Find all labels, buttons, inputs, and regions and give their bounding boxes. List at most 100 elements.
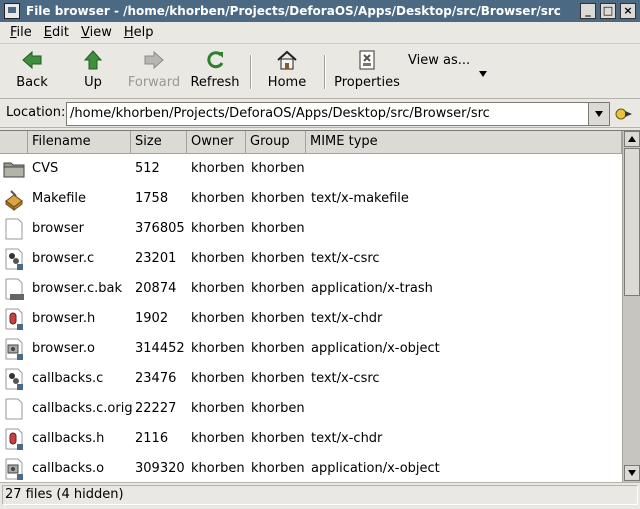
view-as-dropdown-icon[interactable] (478, 67, 488, 82)
go-button[interactable] (614, 105, 634, 123)
file-row[interactable]: browser.c 23201 khorben khorben text/x-csrc (0, 244, 622, 274)
column-header-filename[interactable]: Filename (28, 131, 131, 154)
file-row[interactable]: browser.o 314452 khorben khorben application… (0, 334, 622, 364)
close-button[interactable]: × (620, 3, 636, 19)
file-owner: khorben (191, 221, 245, 236)
view-as-button[interactable]: View as... (408, 53, 470, 68)
file-row[interactable]: CVS 512 khorben khorben (0, 154, 622, 184)
file-row[interactable]: callbacks.o 309320 khorben khorben applicati… (0, 454, 622, 484)
file-name: Makefile (32, 191, 87, 206)
file-row[interactable]: browser 376805 khorben khorben (0, 214, 622, 244)
properties-icon (356, 49, 378, 71)
file-size: 20874 (135, 281, 177, 296)
file-row[interactable]: callbacks.c.orig 22227 khorben khorben (0, 394, 622, 424)
location-dropdown-button[interactable] (588, 102, 610, 126)
menubar: File Edit View Help (0, 22, 640, 44)
menu-file[interactable]: File (4, 25, 38, 40)
c-source-icon (2, 247, 26, 271)
home-icon (276, 49, 298, 71)
go-icon (615, 108, 632, 120)
file-owner: khorben (191, 431, 245, 446)
file-name: callbacks.c.orig (32, 401, 133, 416)
file-size: 1758 (135, 191, 169, 206)
location-input[interactable]: /home/khorben/Projects/DeforaOS/Apps/Des… (66, 102, 588, 126)
file-group: khorben (251, 341, 305, 356)
file-rows: CVS 512 khorben khorben Makefile 1758 khorben k… (0, 154, 622, 484)
window-app-icon[interactable] (4, 3, 20, 19)
backup-file-icon (2, 277, 26, 301)
chevron-down-icon (594, 107, 604, 122)
file-group: khorben (251, 221, 305, 236)
vertical-scrollbar[interactable] (622, 131, 640, 483)
maximize-button[interactable]: □ (600, 3, 616, 19)
arrow-up-small-icon (628, 136, 636, 142)
file-size: 376805 (135, 221, 185, 236)
scroll-up-button[interactable] (624, 131, 640, 147)
file-row[interactable]: Makefile 1758 khorben khorben text/x-makefil… (0, 184, 622, 214)
object-file-icon (2, 337, 26, 361)
scrollbar-thumb[interactable] (624, 148, 640, 296)
file-mime-type: text/x-csrc (311, 251, 380, 266)
file-group: khorben (251, 401, 305, 416)
toolbar-separator (250, 55, 252, 89)
up-button[interactable]: Up (76, 49, 110, 95)
column-header-owner[interactable]: Owner (187, 131, 246, 154)
properties-button[interactable]: Properties (334, 49, 400, 95)
file-mime-type: application/x-trash (311, 281, 433, 296)
c-header-icon (2, 427, 26, 451)
file-name: CVS (32, 161, 59, 176)
arrow-left-icon (21, 49, 43, 71)
file-owner: khorben (191, 341, 245, 356)
file-owner: khorben (191, 251, 245, 266)
folder-icon (2, 157, 26, 181)
file-row[interactable]: callbacks.c 23476 khorben khorben text/x-csr… (0, 364, 622, 394)
column-header-size[interactable]: Size (131, 131, 187, 154)
column-header-icon[interactable] (0, 131, 28, 154)
file-group: khorben (251, 461, 305, 476)
column-header-group[interactable]: Group (246, 131, 306, 154)
arrow-down-small-icon (628, 470, 636, 476)
file-size: 1902 (135, 311, 169, 326)
file-size: 309320 (135, 461, 185, 476)
menu-view[interactable]: View (75, 25, 118, 40)
forward-button[interactable]: Forward (128, 49, 180, 95)
refresh-button[interactable]: Refresh (190, 49, 240, 95)
object-file-icon (2, 457, 26, 481)
back-button[interactable]: Back (14, 49, 50, 95)
file-row[interactable]: browser.c.bak 20874 khorben khorben applicat… (0, 274, 622, 304)
home-label: Home (267, 75, 307, 90)
back-label: Back (16, 75, 48, 90)
blank-file-icon (2, 217, 26, 241)
window-titlebar[interactable]: File browser - /home/khorben/Projects/De… (0, 0, 640, 22)
refresh-icon (204, 49, 226, 71)
file-group: khorben (251, 431, 305, 446)
file-group: khorben (251, 281, 305, 296)
file-owner: khorben (191, 371, 245, 386)
file-owner: khorben (191, 401, 245, 416)
file-name: callbacks.o (32, 461, 105, 476)
file-mime-type: application/x-object (311, 461, 440, 476)
minimize-button[interactable]: _ (580, 3, 596, 19)
file-row[interactable]: callbacks.h 2116 khorben khorben text/x-chdr (0, 424, 622, 454)
location-bar: Location: /home/khorben/Projects/DeforaO… (0, 100, 640, 128)
file-row[interactable]: browser.h 1902 khorben khorben text/x-chdr (0, 304, 622, 334)
file-list[interactable]: Filename Size Owner Group MIME type CVS 5… (0, 130, 640, 484)
file-owner: khorben (191, 461, 245, 476)
scroll-down-button[interactable] (624, 465, 640, 481)
menu-help[interactable]: Help (118, 25, 160, 40)
window-title: File browser - /home/khorben/Projects/De… (26, 4, 561, 18)
arrow-right-icon (143, 49, 165, 71)
file-name: browser.c.bak (32, 281, 122, 296)
arrow-up-icon (82, 49, 104, 71)
home-button[interactable]: Home (266, 49, 308, 95)
menu-edit[interactable]: Edit (38, 25, 75, 40)
column-header-mime-type[interactable]: MIME type (306, 131, 622, 154)
blank-file-icon (2, 397, 26, 421)
forward-label: Forward (127, 75, 181, 90)
properties-label: Properties (334, 75, 400, 90)
file-group: khorben (251, 371, 305, 386)
status-text: 27 files (4 hidden) (2, 485, 638, 505)
file-mime-type: text/x-chdr (311, 311, 383, 326)
file-owner: khorben (191, 311, 245, 326)
file-group: khorben (251, 251, 305, 266)
